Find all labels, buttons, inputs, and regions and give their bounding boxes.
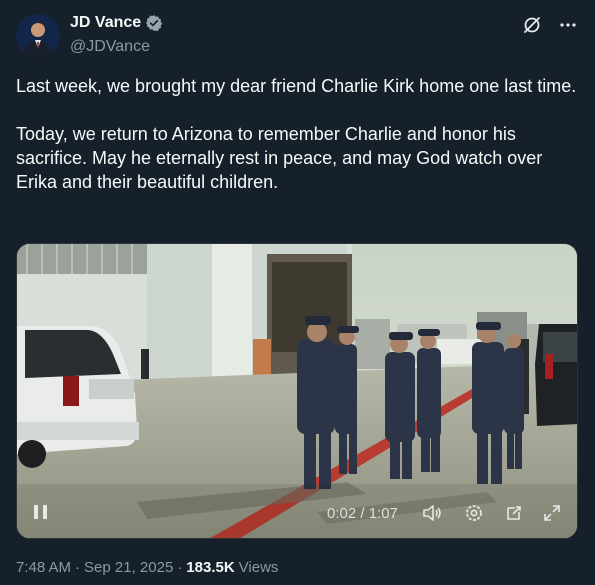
volume-icon[interactable] (421, 502, 443, 524)
pause-icon[interactable] (31, 502, 51, 522)
share-icon[interactable] (503, 502, 525, 524)
tweet-card: JD Vance @JDVance Last week, we brought … (0, 0, 595, 585)
meta-separator: · (75, 559, 81, 576)
more-icon[interactable] (557, 14, 579, 36)
tweet-time[interactable]: 7:48 AM (16, 559, 71, 576)
tweet-text: Last week, we brought my dear friend Cha… (16, 74, 581, 194)
video-time: 0:02 / 1:07 (327, 505, 398, 522)
tweet-date[interactable]: Sep 21, 2025 (84, 559, 173, 576)
grok-icon[interactable] (521, 14, 543, 36)
tweet-paragraph: Today, we return to Arizona to remember … (16, 124, 543, 192)
views-count[interactable]: 183.5K (186, 559, 234, 576)
meta-separator: · (177, 559, 183, 576)
verified-badge-icon (145, 15, 163, 32)
fullscreen-icon[interactable] (541, 502, 563, 524)
settings-icon[interactable] (463, 502, 485, 524)
tweet-meta: 7:48 AM · Sep 21, 2025 · 183.5K Views (16, 559, 278, 576)
views-label: Views (238, 559, 279, 576)
tweet-paragraph: Last week, we brought my dear friend Cha… (16, 76, 577, 96)
author-display-name[interactable]: JD Vance (70, 14, 141, 32)
video-player[interactable]: 0:02 / 1:07 (16, 243, 578, 539)
video-frame (17, 244, 577, 538)
author-handle[interactable]: @JDVance (70, 38, 150, 56)
avatar[interactable] (16, 14, 60, 58)
